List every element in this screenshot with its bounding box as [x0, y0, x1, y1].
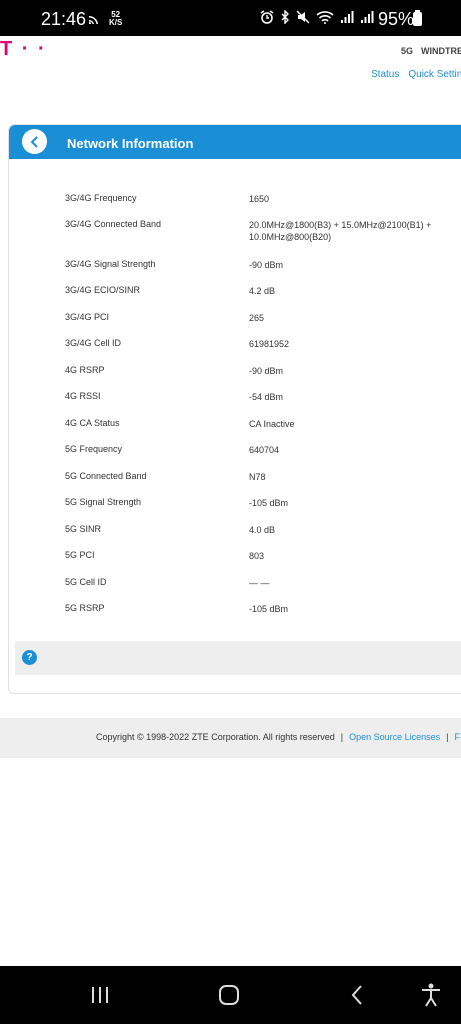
footer-separator: |: [446, 732, 449, 742]
row-label: 3G/4G Connected Band: [65, 219, 162, 229]
row-label: 5G SINR: [65, 524, 102, 534]
row-value: 4.2 dB: [249, 286, 276, 296]
brand-logo: T · ·: [0, 38, 47, 60]
row-value: -105 dBm: [249, 604, 289, 614]
header-links: Status Quick Setting: [371, 69, 461, 80]
row-label: 5G Signal Strength: [65, 497, 142, 507]
copyright-text: Copyright © 1998-2022 ZTE Corporation. A…: [96, 732, 335, 742]
battery-percent: 95%: [378, 9, 415, 29]
status-link[interactable]: Status: [371, 69, 399, 80]
mute-icon: [296, 10, 310, 29]
cast-icon: [88, 12, 102, 30]
row-label: 3G/4G Frequency: [65, 193, 137, 203]
row-value: -90 dBm: [249, 260, 284, 270]
signal-icon-2: [360, 10, 374, 29]
row-value: -105 dBm: [249, 498, 289, 508]
row-value: 1650: [249, 194, 270, 204]
help-bar: ?: [15, 641, 461, 675]
battery-icon: [413, 10, 422, 26]
row-label: 5G RSRP: [65, 603, 105, 613]
help-icon[interactable]: ?: [22, 650, 37, 665]
signal-icon: [340, 10, 354, 29]
row-label: 5G Cell ID: [65, 577, 107, 587]
quick-setting-link[interactable]: Quick Setting: [408, 69, 461, 80]
chevron-left-icon: [30, 135, 38, 148]
footer-next-link[interactable]: F: [455, 732, 461, 742]
row-label: 3G/4G Signal Strength: [65, 259, 156, 269]
alarm-icon: [260, 9, 274, 29]
row-label: 4G RSRP: [65, 365, 105, 375]
home-icon[interactable]: [218, 984, 240, 1011]
status-bar: 21:46 52 K/S 95%: [0, 0, 461, 36]
row-value: 265: [249, 313, 265, 323]
row-label: 3G/4G Cell ID: [65, 338, 122, 348]
row-value: — —: [249, 578, 270, 588]
page-title: Network Information: [67, 136, 194, 151]
row-value: 640704: [249, 445, 280, 455]
card-header: Network Information: [9, 125, 461, 159]
row-label: 3G/4G PCI: [65, 312, 110, 322]
row-value: CA Inactive: [249, 419, 295, 429]
row-label: 4G CA Status: [65, 418, 120, 428]
network-speed: 52 K/S: [109, 10, 123, 27]
row-label: 5G Connected Band: [65, 471, 147, 481]
row-value: 803: [249, 551, 265, 561]
row-label: 5G Frequency: [65, 444, 123, 454]
network-type-label: 5G: [401, 46, 414, 56]
row-label: 3G/4G ECIO/SINR: [65, 285, 141, 295]
footer: Copyright © 1998-2022 ZTE Corporation. A…: [0, 718, 461, 758]
row-value: 61981952: [249, 339, 290, 349]
status-icons: [260, 8, 374, 29]
system-nav-bar: [0, 966, 461, 1024]
header-network-info: 5G WINDTRE: [401, 46, 461, 56]
clock: 21:46: [41, 9, 87, 29]
row-value: 4.0 dB: [249, 525, 276, 535]
accessibility-icon[interactable]: [420, 983, 442, 1012]
recent-apps-icon[interactable]: [90, 985, 110, 1010]
row-value: 20.0MHz@1800(B3) + 15.0MHz@2100(B1) + 10…: [249, 220, 432, 242]
back-nav-icon[interactable]: [350, 984, 364, 1011]
wifi-icon: [316, 10, 334, 29]
page: 21:46 52 K/S 95% T · · 5G WINDTRE Status Q…: [0, 0, 461, 1024]
operator-name: WINDTRE: [421, 46, 461, 56]
row-value: N78: [249, 472, 266, 482]
open-source-licenses-link[interactable]: Open Source Licenses: [349, 732, 440, 742]
row-label: 4G RSSI: [65, 391, 101, 401]
network-info-card: Network Information 3G/4G Frequency 1650 …: [8, 124, 461, 694]
footer-separator: |: [340, 732, 344, 742]
bluetooth-icon: [280, 8, 290, 29]
back-button[interactable]: [22, 129, 47, 154]
row-value: -90 dBm: [249, 366, 284, 376]
row-label: 5G PCI: [65, 550, 95, 560]
row-value: -54 dBm: [249, 392, 284, 402]
